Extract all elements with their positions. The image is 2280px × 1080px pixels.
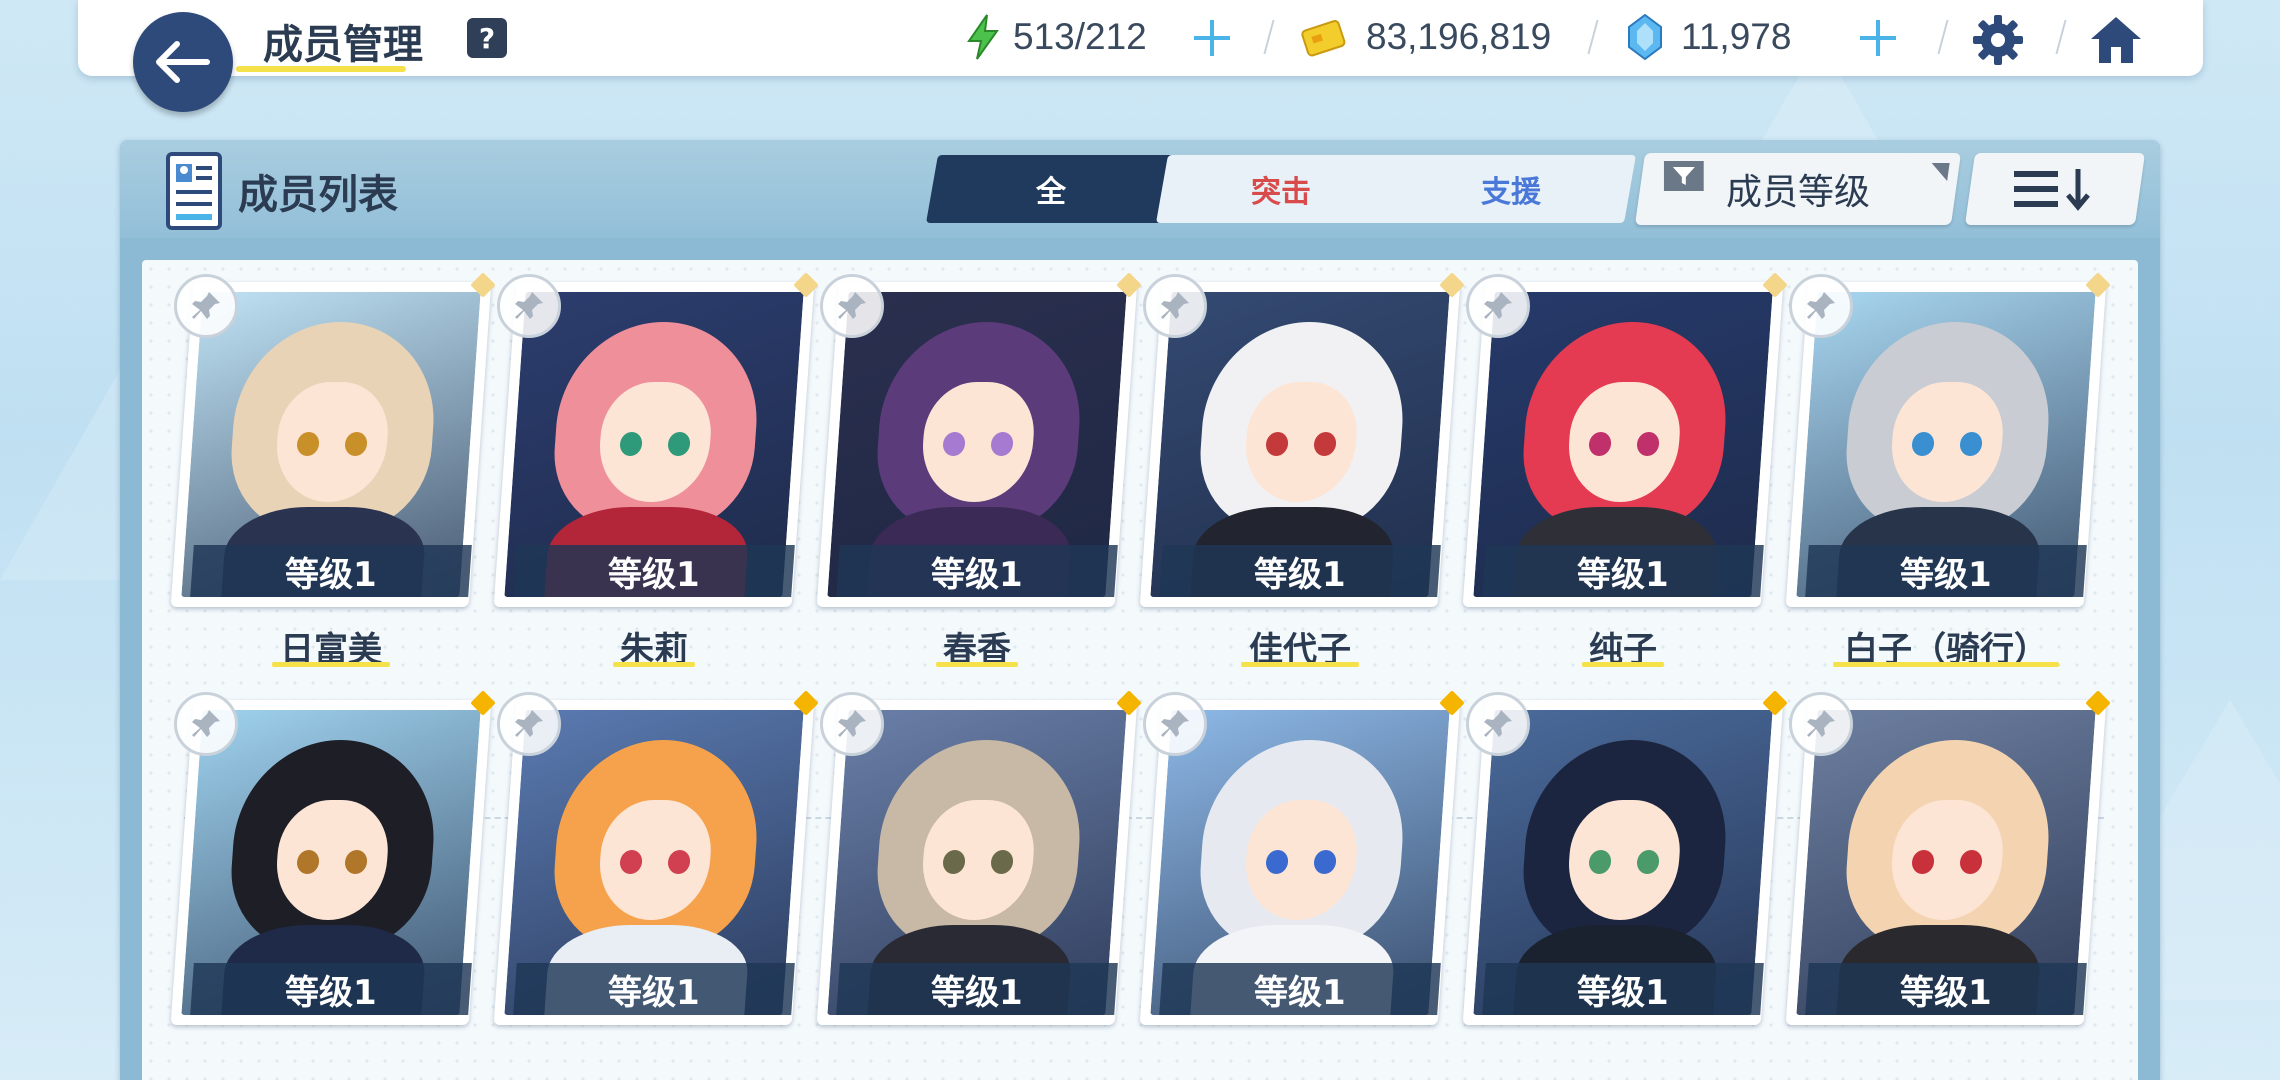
level-badge: 等级1	[1482, 545, 1764, 597]
level-text: 等级1	[608, 972, 700, 1013]
pin-icon	[515, 292, 543, 319]
name-underline	[272, 662, 390, 667]
level-badge: 等级1	[1482, 963, 1764, 1015]
tab-label: 全	[1036, 175, 1066, 210]
level-text: 等级1	[1577, 972, 1669, 1013]
member-grid: 等级1 日富美 等级1 朱莉 等级1 春香 等级1 佳代子 等级1 纯子 等级1…	[142, 260, 2138, 1080]
pin-button[interactable]	[1789, 692, 1853, 756]
pin-button[interactable]	[497, 274, 561, 338]
back-button[interactable]	[133, 12, 233, 112]
level-badge: 等级1	[836, 963, 1118, 1015]
sort-descending-icon	[2014, 169, 2090, 211]
member-list-panel: 成员列表 全 突击 支援 成员等级 等级1 日富美 等级1 朱莉 等级1 春香 …	[120, 140, 2160, 1080]
pin-button[interactable]	[1466, 692, 1530, 756]
title-underline	[236, 66, 406, 72]
level-text: 等级1	[285, 972, 377, 1013]
dropdown-corner-icon	[1929, 163, 1950, 181]
gear-icon	[1973, 15, 2023, 65]
level-badge: 等级1	[1159, 963, 1441, 1015]
pin-button[interactable]	[174, 692, 238, 756]
pin-button[interactable]	[820, 692, 884, 756]
name-underline	[613, 662, 695, 667]
pin-icon	[192, 292, 220, 319]
sort-dropdown[interactable]: 成员等级	[1634, 153, 1962, 225]
member-list-icon	[166, 152, 222, 230]
gems-value: 11,978	[1681, 16, 1792, 57]
stamina-display: 513/212	[965, 12, 1147, 62]
level-badge: 等级1	[190, 545, 472, 597]
pin-icon	[1484, 710, 1512, 737]
pin-icon	[1161, 292, 1189, 319]
settings-button[interactable]	[1968, 10, 2028, 70]
credits-display: 83,196,819	[1300, 12, 1551, 62]
level-text: 等级1	[1254, 972, 1346, 1013]
level-text: 等级1	[285, 554, 377, 595]
sort-order-button[interactable]	[1964, 153, 2146, 225]
page-title: 成员管理	[263, 22, 423, 68]
plus-icon	[1194, 20, 1230, 56]
level-text: 等级1	[1900, 554, 1992, 595]
role-filter-tabs: 全 突击 支援	[926, 155, 1636, 223]
stamina-value: 513/212	[1013, 16, 1147, 57]
pin-icon	[1807, 710, 1835, 737]
level-text: 等级1	[931, 972, 1023, 1013]
level-text: 等级1	[608, 554, 700, 595]
level-badge: 等级1	[836, 545, 1118, 597]
pin-icon	[838, 292, 866, 319]
pin-button[interactable]	[1143, 274, 1207, 338]
level-text: 等级1	[1254, 554, 1346, 595]
add-gems-button[interactable]	[1852, 12, 1904, 64]
level-text: 等级1	[931, 554, 1023, 595]
pin-button[interactable]	[1143, 692, 1207, 756]
credit-card-icon	[1301, 20, 1346, 57]
lightning-icon	[967, 14, 999, 60]
tab-all[interactable]: 全	[926, 155, 1176, 223]
gem-icon	[1628, 13, 1662, 61]
tab-striker[interactable]: 突击	[1156, 155, 1406, 223]
level-badge: 等级1	[190, 963, 472, 1015]
level-text: 等级1	[1900, 972, 1992, 1013]
level-badge: 等级1	[513, 545, 795, 597]
name-underline	[1241, 662, 1359, 667]
pin-button[interactable]	[1789, 274, 1853, 338]
add-stamina-button[interactable]	[1186, 12, 1238, 64]
pin-button[interactable]	[497, 692, 561, 756]
pin-button[interactable]	[174, 274, 238, 338]
home-icon	[2091, 17, 2141, 63]
gems-display: 11,978	[1625, 12, 1791, 62]
pin-icon	[838, 710, 866, 737]
panel-title: 成员列表	[238, 172, 398, 218]
tab-special[interactable]: 支援	[1386, 155, 1636, 223]
name-underline	[936, 662, 1018, 667]
level-badge: 等级1	[1159, 545, 1441, 597]
pin-icon	[515, 710, 543, 737]
level-badge: 等级1	[1805, 545, 2087, 597]
panel-header: 成员列表 全 突击 支援 成员等级	[120, 140, 2160, 238]
back-arrow-icon	[156, 41, 210, 83]
pin-icon	[1484, 292, 1512, 319]
sort-label: 成员等级	[1725, 172, 1870, 213]
name-underline	[1833, 662, 2059, 667]
tab-label: 支援	[1481, 175, 1541, 210]
help-icon[interactable]: ?	[467, 18, 507, 58]
pin-icon	[1161, 710, 1189, 737]
name-underline	[1582, 662, 1664, 667]
pin-button[interactable]	[1466, 274, 1530, 338]
tab-label: 突击	[1251, 175, 1311, 210]
pin-icon	[1807, 292, 1835, 319]
home-button[interactable]	[2086, 10, 2146, 70]
level-text: 等级1	[1577, 554, 1669, 595]
filter-icon	[1664, 161, 1704, 191]
pin-icon	[192, 710, 220, 737]
plus-icon	[1860, 20, 1896, 56]
credits-value: 83,196,819	[1366, 16, 1552, 57]
level-badge: 等级1	[1805, 963, 2087, 1015]
pin-button[interactable]	[820, 274, 884, 338]
level-badge: 等级1	[513, 963, 795, 1015]
